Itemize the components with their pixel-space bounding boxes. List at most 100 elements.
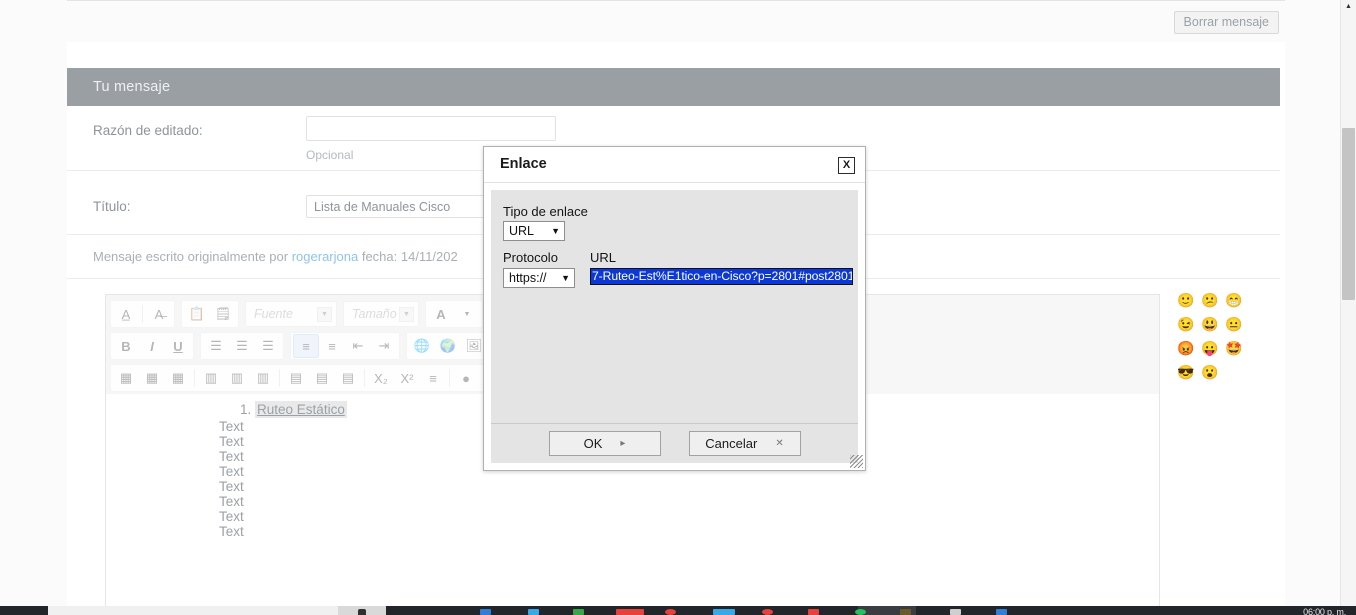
message-panel-header: Tu mensaje [67,68,1280,106]
table-properties-icon[interactable]: ▦ [139,366,165,390]
arrow-right-icon: ▸ [620,438,625,449]
bold-icon[interactable]: B [113,334,139,358]
taskbar-icon[interactable] [996,609,1007,615]
paste-icon[interactable]: 📋 [184,302,210,326]
alignment-group: ☰ ☰ ☰ [200,332,284,360]
paste-word-icon[interactable]: 🗒 [210,302,236,326]
font-size-select[interactable]: Tamaño ▼ [343,301,419,327]
url-input[interactable]: 7-Ruteo-Est%E1tico-en-Cisco?p=2801#post2… [590,268,853,285]
delete-row-icon[interactable]: ▤ [335,366,361,390]
author-link[interactable]: rogerarjona [292,249,359,264]
grin-emoji[interactable]: 😁 [1222,288,1246,312]
taskbar: 06:00 p. m. [0,606,1356,615]
scrollbar-thumb[interactable] [1342,128,1355,300]
vertical-scrollbar[interactable]: ▲ [1340,0,1356,609]
insert-column-right-icon[interactable]: ▥ [224,366,250,390]
insert-row-above-icon[interactable]: ▤ [283,366,309,390]
sunglasses-emoji[interactable]: 😎 [1174,360,1198,384]
smile-emoji[interactable]: 🙂 [1174,288,1198,312]
taskbar-icon[interactable] [573,609,584,615]
text-color-icon[interactable]: A [428,302,454,326]
ok-button[interactable]: OK ▸ [549,431,661,456]
taskbar-icon[interactable] [528,609,539,615]
page-title: Tu mensaje [67,79,170,95]
ordered-list-icon[interactable]: ≡ [293,334,319,358]
delete-message-button[interactable]: Borrar mensaje [1174,11,1279,34]
laugh-emoji[interactable]: 😃 [1198,312,1222,336]
dialog-title-bar[interactable]: Enlace X [484,147,865,183]
divider [449,369,450,387]
italic-icon[interactable]: I [139,334,165,358]
subscript-icon[interactable]: X₂ [368,366,394,390]
protocol-select[interactable]: https:// ▼ [503,268,575,288]
align-center-icon[interactable]: ☰ [229,334,255,358]
close-icon[interactable]: X [838,157,855,174]
taskbar-icon[interactable] [808,609,819,615]
chevron-down-icon: ▼ [399,307,414,322]
link-type-value: URL [509,224,534,238]
protocol-value: https:// [509,271,547,285]
confused-emoji[interactable]: 😕 [1198,288,1222,312]
link-type-label: Tipo de enlace [503,204,588,219]
text-line: Text [106,509,1159,524]
table-delete-icon[interactable]: ▦ [165,366,191,390]
top-strip: Borrar mensaje [67,0,1285,42]
underline-icon[interactable]: U [165,334,191,358]
edit-reason-input[interactable] [306,116,556,141]
remove-format-icon[interactable]: A̲ [113,302,139,326]
list-group: ≡ ≡ ⇤ ⇥ [290,332,400,360]
chevron-down-icon[interactable]: ▼ [454,302,480,326]
star-eyes-emoji[interactable]: 🤩 [1222,336,1246,360]
taskbar-icon[interactable] [713,609,735,615]
clear-formatting-icon[interactable]: A̶ [146,302,172,326]
unordered-list-icon[interactable]: ≡ [319,334,345,358]
horizontal-rule-icon[interactable]: ≡ [420,366,446,390]
surprised-emoji[interactable]: 😮 [1198,360,1222,384]
tongue-emoji[interactable]: 😛 [1198,336,1222,360]
taskbar-icon[interactable] [616,609,644,615]
list-number: 1. [240,402,251,417]
delete-column-icon[interactable]: ▥ [250,366,276,390]
clipboard-group: 📋 🗒 [181,300,239,328]
neutral-emoji[interactable]: 😐 [1222,312,1246,336]
taskbar-icon[interactable] [900,609,911,615]
angry-emoji[interactable]: 😡 [1174,336,1198,360]
taskbar-icon[interactable] [480,609,491,615]
title-label: Título: [93,199,131,214]
cancel-button-label: Cancelar [705,436,757,451]
insert-row-below-icon[interactable]: ▤ [309,366,335,390]
protocol-label: Protocolo [503,250,558,265]
basic-format-group: B I U [110,332,194,360]
font-family-select[interactable]: Fuente ▼ [245,301,337,327]
outdent-icon[interactable]: ⇤ [345,334,371,358]
insert-column-left-icon[interactable]: ▥ [198,366,224,390]
meta-prefix: Mensaje escrito originalmente por [93,249,292,264]
link-type-select[interactable]: URL ▼ [503,221,565,241]
list-item-link[interactable]: Ruteo Estático [255,401,347,418]
spoiler-icon[interactable]: ● [453,366,479,390]
scroll-up-arrow-icon[interactable]: ▲ [1345,3,1352,10]
align-left-icon[interactable]: ☰ [203,334,229,358]
superscript-icon[interactable]: X² [394,366,420,390]
cancel-button[interactable]: Cancelar ✕ [689,431,801,456]
taskbar-icon[interactable] [950,609,961,615]
wink-emoji[interactable]: 😉 [1174,312,1198,336]
taskbar-icon[interactable] [665,609,676,615]
resize-handle-icon[interactable] [850,455,863,468]
unlink-icon[interactable]: 🌍 [435,334,461,358]
table-icon[interactable]: ▦ [113,366,139,390]
text-color-group: A ▼ [425,300,483,328]
link-icon[interactable]: 🌐 [409,334,435,358]
original-post-meta: Mensaje escrito originalmente por rogera… [93,249,458,264]
align-right-icon[interactable]: ☰ [255,334,281,358]
taskbar-active-tab[interactable] [338,606,386,615]
url-label: URL [590,250,616,265]
taskbar-icon[interactable] [855,609,866,615]
close-x-icon: ✕ [775,438,783,449]
chevron-down-icon: ▼ [561,273,570,283]
indent-icon[interactable]: ⇥ [371,334,397,358]
taskbar-icon[interactable] [762,609,773,615]
dialog-title: Enlace [500,156,547,172]
taskbar-clock: 06:00 p. m. [1303,607,1346,615]
dialog-content: Tipo de enlace URL ▼ Protocolo https:// … [491,190,858,428]
